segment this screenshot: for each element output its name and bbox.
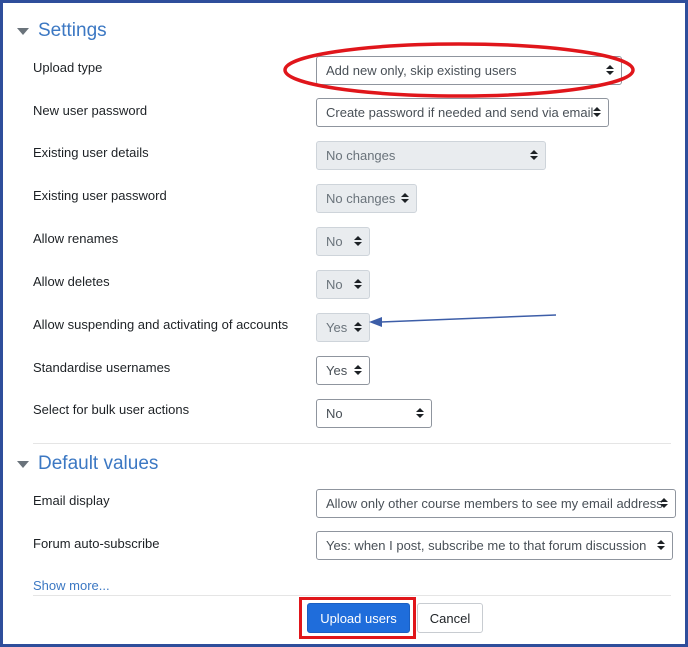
upload-users-form: Settings Upload type Add new only, skip … <box>0 0 688 647</box>
new-user-password-select[interactable]: Create password if needed and send via e… <box>316 98 609 127</box>
annotation-arrow-head <box>369 317 382 327</box>
existing-user-password-value: No changes <box>326 191 396 206</box>
allow-deletes-label: Allow deletes <box>33 274 110 289</box>
up-down-caret-icon <box>660 498 668 510</box>
allow-deletes-value: No <box>326 277 343 292</box>
allow-renames-value: No <box>326 234 343 249</box>
allow-renames-select: No <box>316 227 370 256</box>
up-down-caret-icon <box>657 540 665 552</box>
up-down-caret-icon <box>354 365 362 377</box>
bulk-user-actions-label: Select for bulk user actions <box>33 402 190 417</box>
up-down-caret-icon <box>354 236 362 248</box>
annotation-arrow-shaft <box>380 314 557 323</box>
upload-users-button[interactable]: Upload users <box>307 603 410 633</box>
standardise-usernames-select[interactable]: Yes <box>316 356 370 385</box>
existing-user-details-select: No changes <box>316 141 546 170</box>
bulk-user-actions-select[interactable]: No <box>316 399 432 428</box>
email-display-select[interactable]: Allow only other course members to see m… <box>316 489 676 518</box>
collapse-triangle-icon[interactable] <box>17 460 29 468</box>
standardise-usernames-label: Standardise usernames <box>33 360 171 375</box>
up-down-caret-icon <box>416 408 424 420</box>
allow-suspending-label: Allow suspending and activating of accou… <box>33 317 289 332</box>
allow-suspending-select: Yes <box>316 313 370 342</box>
new-user-password-label: New user password <box>33 103 148 118</box>
existing-user-password-label: Existing user password <box>33 188 167 203</box>
upload-type-value: Add new only, skip existing users <box>326 63 517 78</box>
default-values-section-title: Default values <box>38 453 159 474</box>
show-more-link[interactable]: Show more... <box>33 578 110 593</box>
up-down-caret-icon <box>354 279 362 291</box>
upload-type-label: Upload type <box>33 60 103 75</box>
forum-auto-subscribe-value: Yes: when I post, subscribe me to that f… <box>326 538 647 553</box>
allow-renames-label: Allow renames <box>33 231 119 246</box>
settings-section-header[interactable]: Settings <box>17 20 107 42</box>
email-display-value: Allow only other course members to see m… <box>326 496 663 511</box>
cancel-button[interactable]: Cancel <box>417 603 483 633</box>
new-user-password-value: Create password if needed and send via e… <box>326 105 594 120</box>
collapse-triangle-icon[interactable] <box>17 27 29 35</box>
up-down-caret-icon <box>606 65 614 77</box>
default-values-section-header[interactable]: Default values <box>17 453 158 475</box>
up-down-caret-icon <box>401 193 409 205</box>
existing-user-details-value: No changes <box>326 148 396 163</box>
allow-suspending-value: Yes <box>326 320 348 335</box>
forum-auto-subscribe-label: Forum auto-subscribe <box>33 536 160 551</box>
up-down-caret-icon <box>354 322 362 334</box>
standardise-usernames-value: Yes <box>326 363 348 378</box>
section-divider <box>33 443 671 444</box>
existing-user-password-select: No changes <box>316 184 417 213</box>
forum-auto-subscribe-select[interactable]: Yes: when I post, subscribe me to that f… <box>316 531 673 560</box>
up-down-caret-icon <box>593 107 601 119</box>
allow-deletes-select: No <box>316 270 370 299</box>
upload-type-select[interactable]: Add new only, skip existing users <box>316 56 622 85</box>
existing-user-details-label: Existing user details <box>33 145 149 160</box>
up-down-caret-icon <box>530 150 538 162</box>
email-display-label: Email display <box>33 493 110 508</box>
footer-divider <box>33 595 671 596</box>
bulk-user-actions-value: No <box>326 406 343 421</box>
settings-section-title: Settings <box>38 20 107 41</box>
